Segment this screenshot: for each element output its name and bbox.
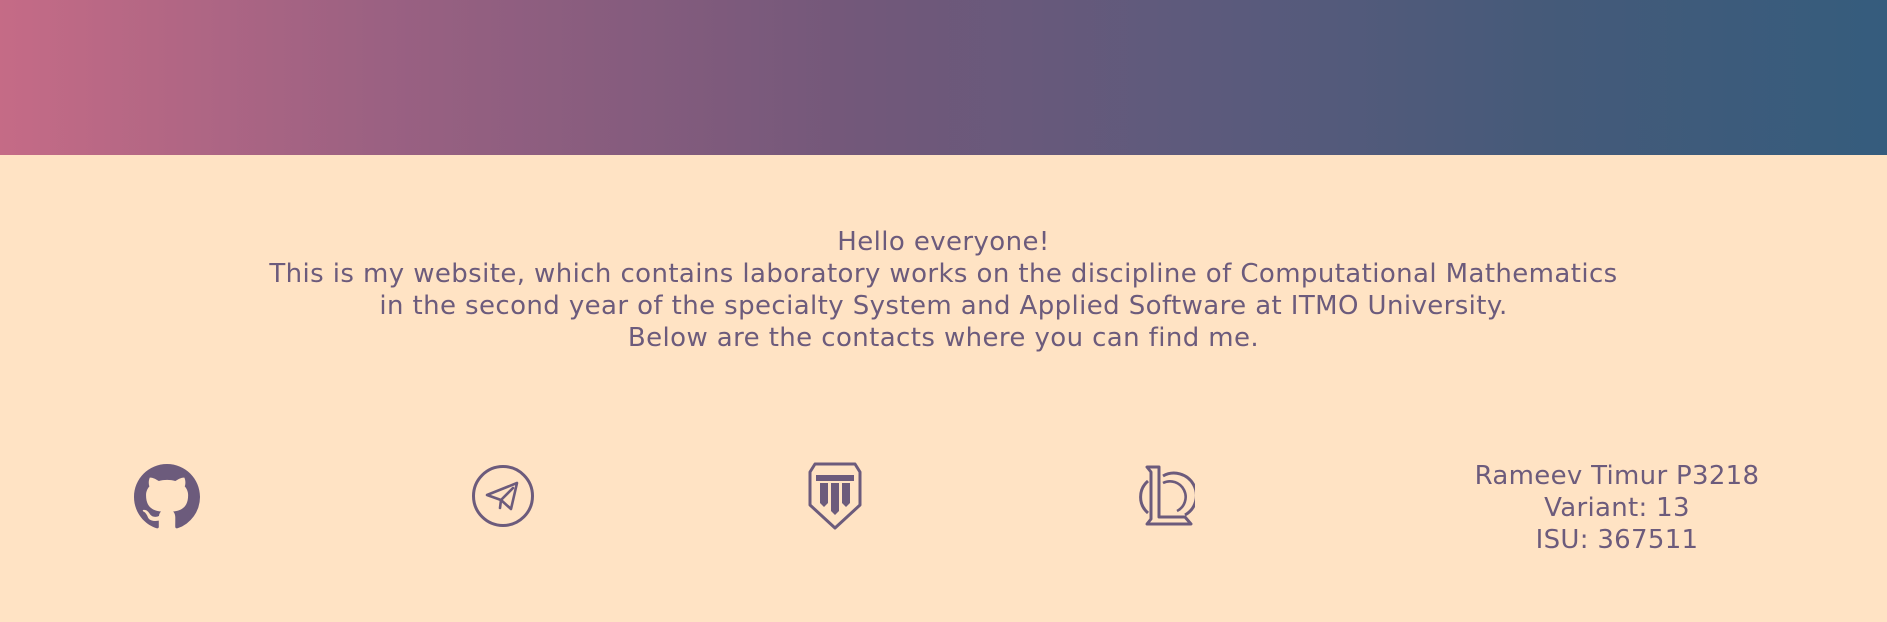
intro-text: Hello everyone! This is my website, whic… [0,226,1887,354]
league-of-legends-icon [1139,465,1195,526]
intro-line-3: Below are the contacts where you can fin… [627,323,1260,353]
intro-greeting: Hello everyone! [837,227,1050,257]
student-name: Rameev Timur P3218 [1474,461,1760,491]
header-gradient-band [0,0,1887,155]
github-link[interactable] [134,464,200,530]
telegram-link[interactable] [471,464,535,528]
world-of-tanks-link[interactable] [807,461,863,531]
student-info: Rameev Timur P3218 Variant: 13 ISU: 3675… [1417,460,1817,556]
intro-line-1: This is my website, which contains labor… [269,259,1618,289]
league-of-legends-link[interactable] [1137,463,1195,529]
intro-line-2: in the second year of the specialty Syst… [379,291,1508,321]
student-isu: ISU: 367511 [1535,525,1699,555]
student-variant: Variant: 13 [1544,493,1690,523]
contacts-row: Rameev Timur P3218 Variant: 13 ISU: 3675… [0,455,1887,565]
github-icon [134,464,200,529]
world-of-tanks-icon [808,462,862,530]
telegram-icon [472,465,534,527]
